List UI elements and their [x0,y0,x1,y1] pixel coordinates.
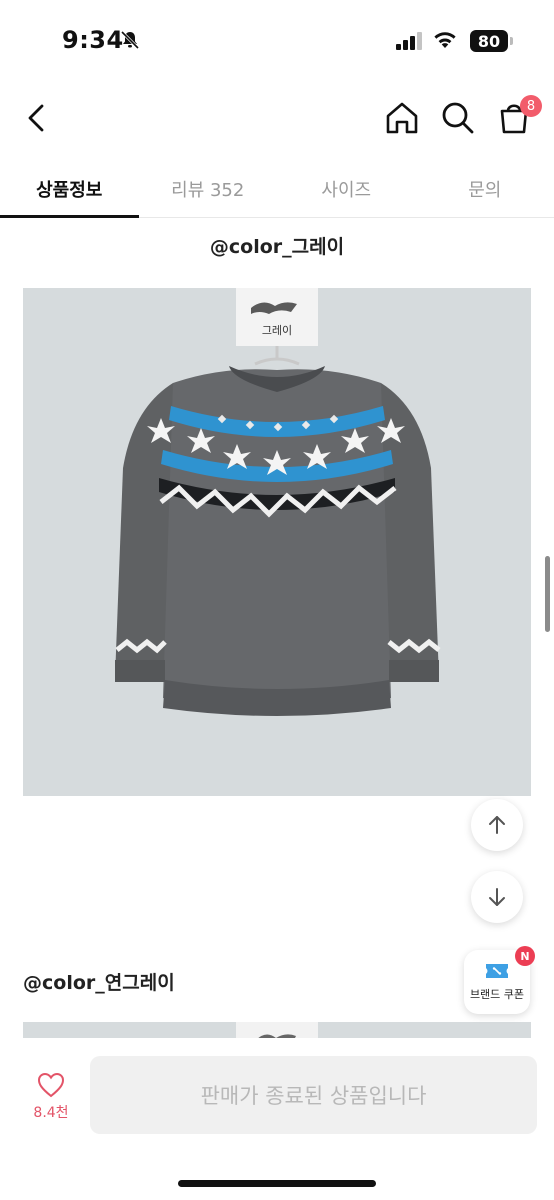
wifi-icon [434,32,456,48]
scroll-to-bottom-button[interactable] [471,871,523,923]
tab-size[interactable]: 사이즈 [277,160,416,217]
like-count: 8.4천 [33,1105,69,1121]
color-caption-gray: @color_그레이 [209,236,345,258]
search-icon[interactable] [438,98,478,138]
color-caption-light-gray: @color_연그레이 [23,972,175,994]
battery-indicator: 80 [470,30,513,52]
status-time: 9:34 [62,26,124,54]
heart-icon [37,1072,65,1098]
nav-header [0,88,554,148]
cart-count-badge: 8 [520,95,542,117]
home-indicator [178,1180,376,1187]
back-arrow-icon[interactable] [18,98,58,138]
scroll-to-top-button[interactable] [471,799,523,851]
home-icon[interactable] [382,98,422,138]
purchase-button-disabled[interactable]: 판매가 종료된 상품입니다 [90,1056,537,1134]
coupon-new-badge: N [515,946,535,966]
arrow-down-icon [489,888,505,906]
tab-reviews[interactable]: 리뷰 352 [139,160,278,217]
sweater-illustration: 그레이 [115,288,441,716]
silent-bell-icon [120,30,140,50]
scrollbar-thumb[interactable] [545,556,550,632]
product-tabs: 상품정보 리뷰 352 사이즈 문의 [0,160,554,218]
tab-inquiry[interactable]: 문의 [416,160,554,217]
arrow-up-icon [489,816,505,834]
status-bar: 9:34 80 [0,0,554,80]
bottom-action-bar: 8.4천 판매가 종료된 상품입니다 [0,1038,554,1200]
swatch-tag-label: 그레이 [262,324,292,337]
product-image-gray-sweater: 그레이 [23,288,531,796]
like-button[interactable]: 8.4천 [24,1072,78,1128]
cellular-signal-icon [396,32,422,50]
tab-product-info[interactable]: 상품정보 [0,160,139,218]
coupon-ticket-icon [486,964,508,978]
coupon-label: 브랜드 쿠폰 [469,988,525,1001]
